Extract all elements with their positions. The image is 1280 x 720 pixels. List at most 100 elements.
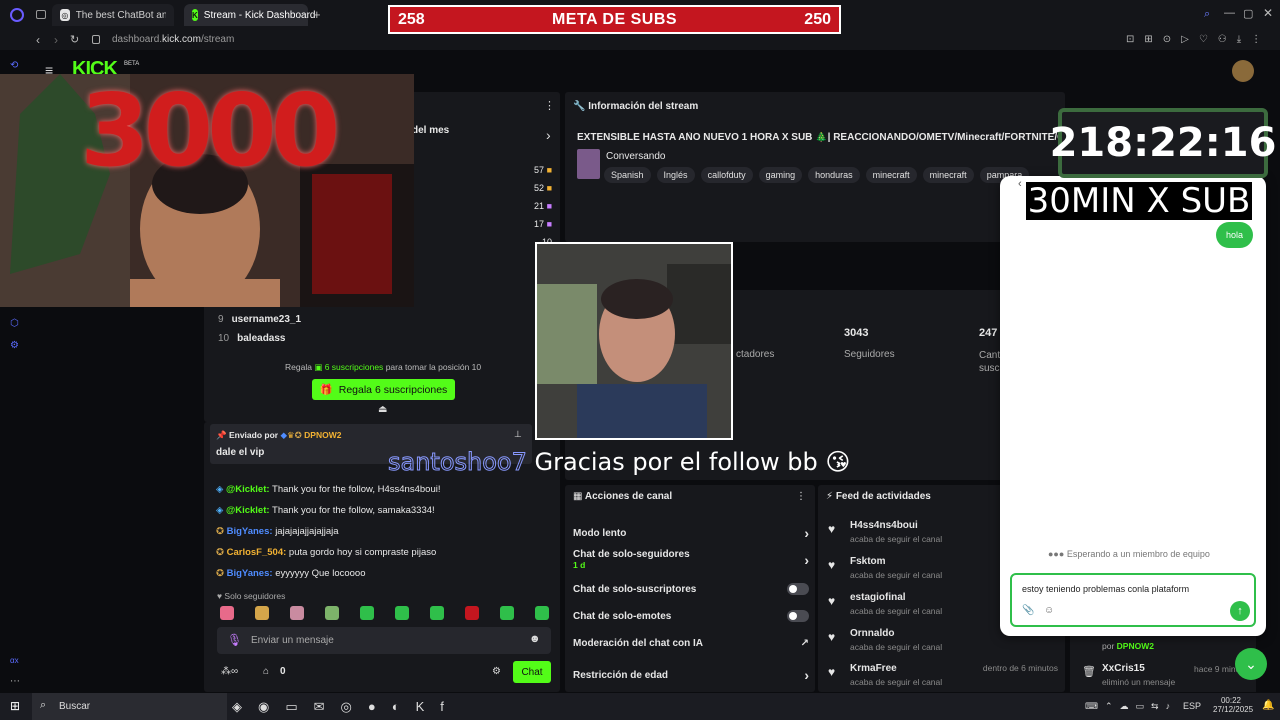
action-row[interactable]: Moderación del chat con IA ↗ xyxy=(573,638,809,649)
support-toggle-button[interactable]: ⌄ xyxy=(1235,648,1267,680)
minimize-icon[interactable]: — xyxy=(1224,7,1235,19)
chat-username[interactable]: CarlosF_504: xyxy=(227,547,287,558)
emote-icon[interactable] xyxy=(325,606,339,620)
stream-tag[interactable]: minecraft xyxy=(922,167,974,183)
rank: 9 xyxy=(218,314,224,325)
taskbar-search[interactable]: ⌕ Buscar xyxy=(32,693,227,720)
toggle-switch[interactable] xyxy=(787,610,809,622)
opera-logo-icon[interactable] xyxy=(10,8,24,22)
windows-start-icon[interactable]: ⊞ xyxy=(10,699,20,713)
back-icon[interactable]: ‹ xyxy=(36,33,40,47)
notification-icon[interactable]: 🔔 xyxy=(1262,700,1274,711)
action-row[interactable]: Chat de solo-seguidores 1 d › xyxy=(573,549,809,570)
more-icon[interactable]: ⋯ xyxy=(10,676,22,688)
channel-points-icon[interactable]: ⁂∞ xyxy=(221,666,238,677)
gift-subs-button[interactable]: 🎁 Regala 6 suscripciones xyxy=(312,379,455,400)
emote-icon[interactable] xyxy=(220,606,234,620)
actions-menu-icon[interactable]: ⋮ xyxy=(796,491,806,502)
settings-icon[interactable]: ⚙ xyxy=(10,340,22,352)
refresh-icon[interactable]: ⟲ xyxy=(10,60,22,72)
leaderboard-next-icon[interactable]: › xyxy=(546,127,551,143)
feed-action: acaba de seguir el canal xyxy=(850,677,943,687)
back-icon[interactable]: ‹ xyxy=(1018,178,1022,190)
emote-icon[interactable] xyxy=(535,606,549,620)
gift-highlight: 6 suscripciones xyxy=(324,362,384,372)
microphone-icon[interactable]: 🎙 xyxy=(227,633,242,647)
emote-icon[interactable] xyxy=(360,606,374,620)
beta-badge: BETA xyxy=(124,61,140,67)
action-row[interactable]: Chat de solo-emotes xyxy=(573,610,809,622)
chat-username[interactable]: @Kicklet: xyxy=(226,484,270,495)
tab-kick-dashboard[interactable]: K Stream - Kick Dashboard xyxy=(184,4,316,26)
pin-icon[interactable]: ⊥ xyxy=(514,429,522,440)
gift-hint: Regala ▣ 6 suscripciones para tomar la p… xyxy=(285,362,481,373)
taskbar-apps[interactable]: ◈◉▭✉◎●◐Kf xyxy=(232,699,460,715)
reload-icon[interactable]: ↻ xyxy=(70,33,79,46)
support-input[interactable]: estoy teniendo problemas conla plataform… xyxy=(1010,573,1256,627)
stream-tag[interactable]: Spanish xyxy=(604,167,651,183)
leaderboard-menu-icon[interactable]: ⋮ xyxy=(544,99,555,112)
maximize-icon[interactable]: ▢ xyxy=(1243,7,1253,20)
stream-tag[interactable]: gaming xyxy=(758,167,803,183)
leaderboard-row: 10 baleadass xyxy=(218,333,286,344)
taskbar: ⊞ ⌕ Buscar ◈◉▭✉◎●◐Kf ⌨⌃☁▭⇆♪ ESP 00:22 27… xyxy=(0,693,1280,720)
action-row[interactable]: Modo lento › xyxy=(573,525,809,541)
stream-tag[interactable]: callofduty xyxy=(700,167,753,183)
search-icon[interactable]: ⌕ xyxy=(1204,8,1210,21)
user-badge-icon: ◈ xyxy=(216,505,226,516)
language-indicator[interactable]: ESP xyxy=(1183,701,1201,711)
chat-text: puta gordo hoy si compraste pijaso xyxy=(288,547,437,558)
chat-message: ✪ BigYanes: eyyyyyy Que locoooo xyxy=(216,568,365,579)
chat-input[interactable]: 🎙 Enviar un mensaje ☻ xyxy=(217,627,551,654)
action-row[interactable]: Chat de solo-suscriptores xyxy=(573,583,809,595)
stream-tag[interactable]: Inglés xyxy=(656,167,695,183)
gift-prefix: Regala xyxy=(285,362,312,372)
chat-username[interactable]: BigYanes: xyxy=(227,568,273,579)
url-field[interactable]: dashboard.kick.com/stream xyxy=(112,30,234,50)
clock[interactable]: 00:22 27/12/2025 xyxy=(1213,696,1253,714)
store-icon[interactable]: ⌂ xyxy=(263,666,269,677)
emote-icon[interactable] xyxy=(500,606,514,620)
new-tab-icon[interactable]: + xyxy=(313,7,321,22)
heart-icon: ♥ xyxy=(828,630,836,644)
subs-goal-title: META DE SUBS xyxy=(551,10,678,28)
emoji-icon[interactable]: ☺ xyxy=(1044,605,1054,616)
tab-label: The best ChatBot and Wi xyxy=(75,9,166,21)
by-user: DPNOW2 xyxy=(1116,641,1154,651)
pin-icon: 📌 xyxy=(216,430,227,440)
tab-chatbot[interactable]: ◎ The best ChatBot and Wi xyxy=(52,4,174,26)
emoji-icon[interactable]: ☻ xyxy=(529,633,541,645)
chat-username[interactable]: BigYanes: xyxy=(227,526,273,537)
chat-input-placeholder: Enviar un mensaje xyxy=(251,635,334,646)
tab-manager-icon[interactable] xyxy=(36,10,46,19)
toggle-switch[interactable] xyxy=(787,583,809,595)
emote-icon[interactable] xyxy=(255,606,269,620)
stream-tag[interactable]: minecraft xyxy=(865,167,917,183)
actions-header: ▦ Acciones de canal xyxy=(573,491,672,502)
gift-icon: 🎁 xyxy=(319,384,333,396)
extension-icon[interactable]: αx xyxy=(10,656,22,668)
subs-count: 247 xyxy=(979,327,998,339)
emote-icon[interactable] xyxy=(290,606,304,620)
toolbar-icons[interactable]: ⊡⊞⊙▷♡⚇⤓⋮ xyxy=(1126,34,1271,45)
stream-tag[interactable]: honduras xyxy=(808,167,860,183)
chat-username[interactable]: @Kicklet: xyxy=(226,505,270,516)
settings-icon[interactable]: ⚙ xyxy=(492,666,501,677)
chat-send-button[interactable]: Chat xyxy=(513,661,551,683)
tab-label: Stream - Kick Dashboard xyxy=(203,9,316,21)
forward-icon[interactable]: › xyxy=(54,33,58,47)
close-icon[interactable]: ✕ xyxy=(1263,6,1273,20)
send-icon[interactable]: ↑ xyxy=(1230,601,1250,621)
avatar[interactable] xyxy=(1232,60,1254,82)
subs-goal-current: 258 xyxy=(398,10,425,28)
action-row[interactable]: Restricción de edad › xyxy=(573,667,809,683)
emote-icon[interactable] xyxy=(465,606,479,620)
shield-icon[interactable]: ⬡ xyxy=(10,318,22,330)
url-path: /stream xyxy=(200,34,235,45)
collapse-icon[interactable]: ⏏ xyxy=(378,404,387,415)
tray-icons[interactable]: ⌨⌃☁▭⇆♪ xyxy=(1085,701,1177,712)
emote-icon[interactable] xyxy=(430,606,444,620)
subs-goal-target: 250 xyxy=(804,10,831,28)
emote-icon[interactable] xyxy=(395,606,409,620)
attach-icon[interactable]: 📎 xyxy=(1022,605,1034,616)
